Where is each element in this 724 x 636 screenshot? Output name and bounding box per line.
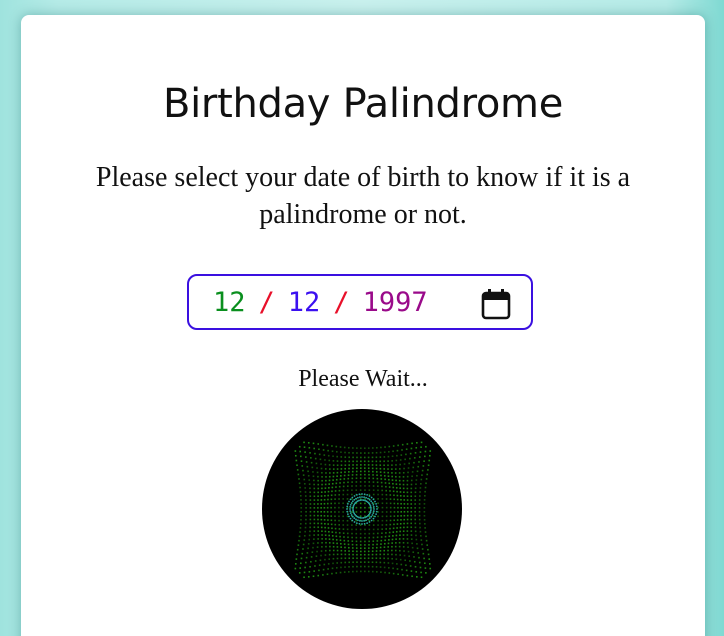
page-title: Birthday Palindrome [162, 81, 564, 127]
date-year-segment[interactable]: 1997 [363, 287, 428, 318]
calendar-icon[interactable] [481, 288, 511, 320]
page: { "title": "Birthday Palindrome", "subti… [0, 0, 724, 636]
date-month-segment[interactable]: 12 [213, 287, 246, 318]
date-separator: / [258, 286, 275, 318]
date-day-segment[interactable]: 12 [288, 287, 321, 318]
status-text: Please Wait... [298, 366, 428, 392]
date-separator: / [333, 286, 350, 318]
loading-spinner [262, 409, 462, 609]
page-description: Please select your date of birth to know… [95, 162, 631, 230]
date-of-birth-input[interactable]: 12 / 12 / 1997 [187, 274, 533, 330]
main-card: Birthday Palindrome Please select your d… [21, 15, 705, 636]
